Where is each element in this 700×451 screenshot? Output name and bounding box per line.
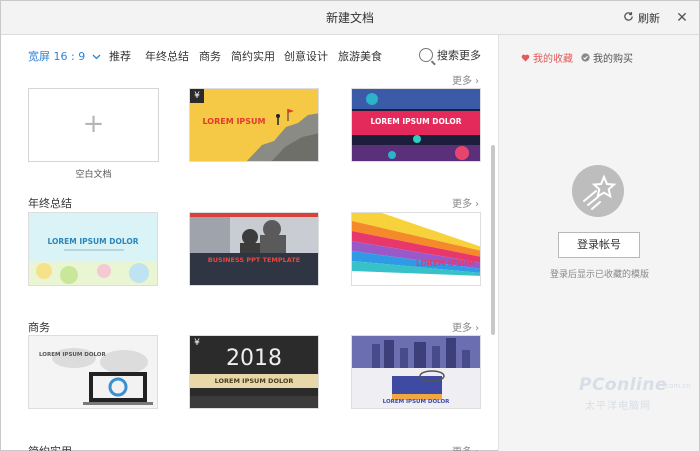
template-card[interactable]: LOREM IPSUM DOLOR: [28, 212, 158, 286]
heart-icon: [521, 54, 530, 62]
nav-business[interactable]: 商务: [199, 48, 221, 64]
check-circle-icon: [581, 53, 590, 62]
plus-icon: +: [82, 109, 105, 139]
more-link[interactable]: 更多 ›: [452, 319, 479, 334]
template-title: LOREM IPSUM DOLOR: [39, 352, 106, 358]
tab-favorites-label: 我的收藏: [533, 54, 573, 65]
template-thumbnail: [352, 213, 480, 276]
category-nav: 宽屏 16 : 9 推荐 年终总结 商务 简约实用 创意设计 旅游美食 搜索更多: [1, 35, 498, 75]
nav-widescreen-label: 宽屏 16 : 9: [28, 50, 86, 63]
refresh-icon: [623, 11, 634, 27]
chevron-down-icon: [92, 54, 101, 60]
account-sidebar: 我的收藏 我的购买 登录帐号 登录后显示已收藏的模版 PConline .com…: [498, 35, 699, 451]
section-title-business: 商务: [28, 321, 50, 334]
watermark-text: 太平洋电脑网: [585, 401, 651, 412]
watermark-logo: PConline: [579, 375, 668, 395]
template-title: LOREM IPSUM DOLOR: [214, 377, 294, 385]
refresh-label: 刷新: [638, 12, 660, 25]
nav-travel-food[interactable]: 旅游美食: [338, 48, 382, 64]
template-thumbnail: [29, 213, 157, 285]
section-title-simple: 简约实用: [28, 443, 72, 451]
template-card[interactable]: LOREM IPSUM: [351, 212, 481, 286]
window-title: 新建文档: [325, 11, 374, 25]
template-year: 2018: [226, 346, 282, 371]
template-card[interactable]: LOREM IPSUM DOLOR: [351, 335, 481, 409]
template-title: LOREM IPSUM DOLOR: [47, 237, 139, 246]
nav-creative-design[interactable]: 创意设计: [284, 48, 328, 64]
refresh-button[interactable]: 刷新: [623, 11, 660, 27]
template-card[interactable]: ¥ 2018 LOREM IPSUM DOLOR: [189, 335, 319, 409]
section-title-year-end: 年终总结: [28, 197, 72, 210]
login-hint: 登录后显示已收藏的模版: [549, 270, 649, 280]
nav-recommend[interactable]: 推荐: [109, 48, 131, 64]
template-title: LOREM IPSUM: [202, 117, 266, 126]
title-bar: 新建文档 刷新 ✕: [1, 1, 699, 35]
template-card[interactable]: LOREM IPSUM DOLOR: [28, 335, 158, 409]
new-document-window: 新建文档 刷新 ✕ 宽屏 16 : 9 推荐 年终总结 商务 简约实用 创意设计…: [0, 0, 700, 451]
template-title: LOREM IPSUM DOLOR: [370, 117, 462, 126]
tab-my-favorites[interactable]: 我的收藏: [521, 50, 573, 65]
watermark-domain: .com.cn: [663, 382, 691, 390]
search-more-button[interactable]: 搜索更多: [419, 47, 481, 63]
template-card[interactable]: ¥ LOREM IPSUM DOLOR: [351, 88, 481, 162]
more-link[interactable]: 更多 ›: [452, 195, 479, 210]
template-title: BUSINESS PPT TEMPLATE: [207, 256, 301, 264]
tab-my-purchases[interactable]: 我的购买: [581, 50, 633, 65]
template-thumbnail: [190, 213, 318, 285]
blank-document-caption: 空白文档: [75, 170, 112, 180]
template-card[interactable]: ¥ LOREM IPSUM: [189, 88, 319, 162]
template-card[interactable]: ¥ BUSINESS PPT TEMPLATE: [189, 212, 319, 286]
nav-widescreen-16-9[interactable]: 宽屏 16 : 9: [28, 48, 101, 64]
template-thumbnail: [52, 348, 153, 405]
scrollbar[interactable]: [491, 145, 495, 335]
more-link[interactable]: 更多 ›: [452, 75, 479, 87]
nav-simple-practical[interactable]: 简约实用: [231, 48, 275, 64]
template-list[interactable]: 更多 › + 空白文档 ¥ LOREM IPSUM ¥: [1, 75, 498, 451]
tab-purchases-label: 我的购买: [593, 54, 633, 65]
template-title: LOREM IPSUM: [416, 259, 476, 268]
search-more-label: 搜索更多: [437, 49, 481, 62]
template-title: LOREM IPSUM DOLOR: [382, 399, 450, 405]
shooting-star-icon: [583, 174, 617, 210]
nav-year-end-summary[interactable]: 年终总结: [145, 48, 189, 64]
avatar: [572, 165, 624, 217]
search-icon: [419, 48, 433, 62]
more-link[interactable]: 更多 ›: [452, 443, 479, 451]
login-button[interactable]: 登录帐号: [558, 232, 640, 258]
close-icon[interactable]: ✕: [673, 9, 691, 27]
blank-document-card[interactable]: +: [28, 88, 159, 162]
